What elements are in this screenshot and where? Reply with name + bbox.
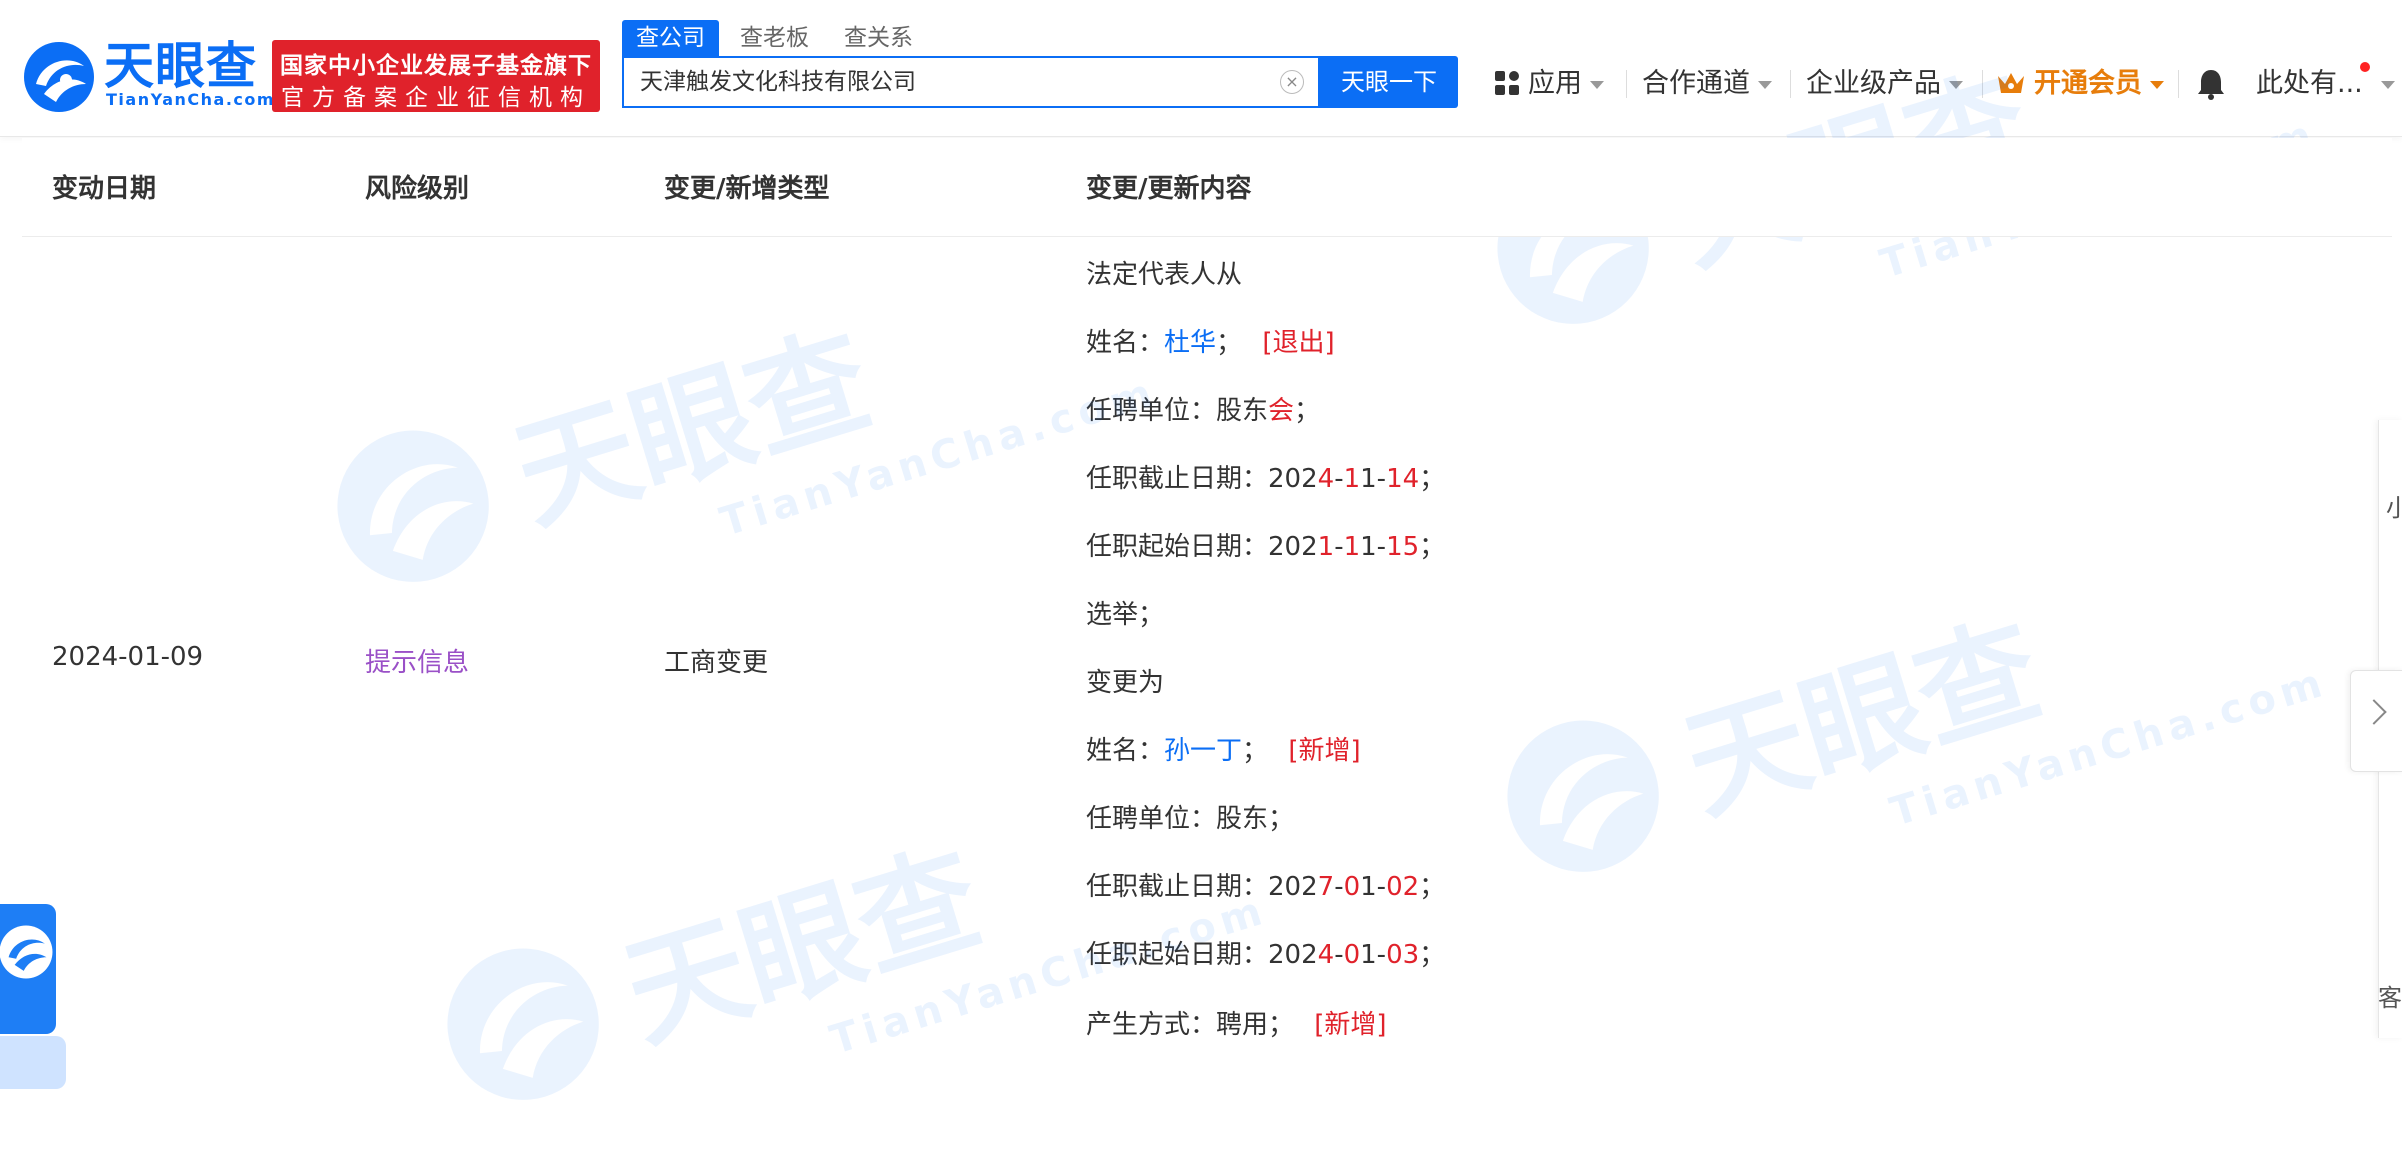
search-button[interactable]: 天眼一下: [1320, 56, 1458, 108]
unit-end: ；: [1294, 396, 1321, 426]
separator: ；: [1242, 736, 1269, 766]
apps-icon: [1495, 70, 1519, 95]
start-date-label: 任职起始日期：: [1086, 940, 1269, 970]
tab-boss[interactable]: 查老板: [726, 20, 823, 56]
content-before-end-date: 任职截止日期：2024-11-14；: [1086, 464, 1446, 494]
change-record-table: 变动日期 风险级别 变更/新增类型 变更/更新内容 天眼查 TianYanCha…: [22, 52, 2392, 1100]
nav-cooperation[interactable]: 合作通道: [1642, 64, 1772, 104]
method-label: 产生方式：聘用；: [1086, 1010, 1295, 1040]
search-box: ×: [622, 56, 1320, 108]
tab-relation[interactable]: 查关系: [830, 20, 927, 56]
expand-panel-button[interactable]: [2350, 670, 2402, 772]
nav-vip-label: 开通会员: [2034, 68, 2142, 99]
person-link-after[interactable]: 孙一丁: [1164, 736, 1242, 766]
watermark-logo-icon: [447, 948, 599, 1100]
customer-service-text[interactable]: 客: [2378, 978, 2402, 1013]
content-before-start-date: 任职起始日期：2021-11-15；: [1086, 532, 1446, 562]
table-header: 变动日期 风险级别 变更/新增类型 变更/更新内容: [22, 138, 2392, 237]
nav-divider: [1982, 70, 1983, 98]
nav-apps[interactable]: 应用: [1494, 64, 1604, 104]
name-label: 姓名：: [1086, 328, 1165, 358]
notification-dot: [2360, 62, 2370, 72]
nav-apps-label: 应用: [1528, 68, 1582, 99]
separator: ；: [1216, 328, 1243, 358]
content-after-title: 变更为: [1086, 668, 1165, 698]
chevron-down-icon: [1758, 80, 1772, 89]
header-type: 变更/新增类型: [664, 174, 830, 204]
watermark-text: 天眼查: [500, 310, 886, 549]
badge-line2: 官方备案企业征信机构: [281, 85, 591, 111]
tab-company[interactable]: 查公司: [622, 20, 719, 56]
unit-diff: 会: [1268, 396, 1295, 426]
nav-divider: [2178, 70, 2179, 98]
row-risk-level[interactable]: 提示信息: [365, 642, 469, 679]
row-date: 2024-01-09: [52, 642, 204, 672]
tianyancha-logo[interactable]: 天眼查 TianYanCha.com: [22, 37, 274, 118]
content-before-unit: 任聘单位：股东会；: [1086, 390, 1320, 427]
person-link-before[interactable]: 杜华: [1164, 328, 1216, 358]
official-badge: 国家中小企业发展子基金旗下 官方备案企业征信机构: [272, 40, 600, 112]
nav-vip[interactable]: 开通会员: [1996, 64, 2164, 104]
chevron-down-icon: [2150, 80, 2164, 89]
watermark-logo-icon: [1507, 720, 1659, 872]
exit-tag: [退出]: [1262, 328, 1335, 358]
chevron-down-icon: [1590, 80, 1604, 89]
crown-icon: [1998, 72, 2024, 93]
chevron-down-icon: [1949, 80, 1963, 89]
chevron-down-icon: [2380, 80, 2395, 89]
search-input[interactable]: [640, 58, 1240, 106]
content-after-method: 产生方式：聘用； [新增]: [1086, 1004, 1387, 1041]
content-after-start-date: 任职起始日期：2024-01-03；: [1086, 940, 1446, 970]
header-date: 变动日期: [52, 174, 157, 204]
nav-divider: [1790, 70, 1791, 98]
name-label: 姓名：: [1086, 736, 1165, 766]
row-change-type: 工商变更: [664, 648, 769, 678]
nav-enterprise-label: 企业级产品: [1806, 68, 1941, 99]
content-after-unit: 任聘单位：股东；: [1086, 804, 1295, 834]
top-header: 天眼查 TianYanCha.com 国家中小企业发展子基金旗下 官方备案企业征…: [0, 0, 2402, 137]
app-logo-icon: [0, 925, 53, 979]
content-after-end-date: 任职截止日期：2027-01-02；: [1086, 872, 1446, 902]
content-before-name: 姓名：杜华； [退出]: [1086, 322, 1335, 359]
watermark-text: 天眼查: [1670, 600, 2056, 839]
nav-user[interactable]: 此处有...: [2256, 64, 2395, 104]
right-side-text: 小: [2386, 494, 2402, 522]
nav-divider: [1626, 70, 1627, 98]
logo-subtext: TianYanCha.com: [106, 90, 276, 109]
content-before-title: 法定代表人从: [1086, 260, 1243, 290]
nav-cooperation-label: 合作通道: [1642, 68, 1750, 99]
new-tag: [新增]: [1314, 1010, 1387, 1040]
content-after-name: 姓名：孙一丁； [新增]: [1086, 730, 1361, 767]
chevron-right-icon: [2361, 699, 2387, 725]
watermark: 天眼查 TianYanCha.com: [447, 721, 1273, 1117]
watermark: 天眼查 TianYanCha.com: [337, 203, 1163, 599]
watermark: 天眼查 TianYanCha.com: [1507, 493, 2333, 889]
clear-icon[interactable]: ×: [1280, 70, 1304, 94]
watermark-sub: TianYanCha.com: [1885, 658, 2333, 836]
floating-download-widget[interactable]: [0, 1036, 66, 1089]
badge-line1: 国家中小企业发展子基金旗下: [280, 53, 592, 79]
unit-label: 任聘单位：: [1086, 396, 1217, 426]
nav-enterprise[interactable]: 企业级产品: [1806, 64, 1963, 104]
bell-icon[interactable]: [2196, 68, 2226, 100]
new-tag: [新增]: [1288, 736, 1361, 766]
floating-app-widget[interactable]: [0, 904, 56, 1034]
nav-user-label: 此处有...: [2256, 68, 2363, 99]
watermark-logo-icon: [337, 430, 489, 582]
logo-eye-icon: [24, 42, 94, 112]
header-content: 变更/更新内容: [1086, 174, 1252, 204]
end-date-label: 任职截止日期：: [1086, 872, 1269, 902]
content-before-method: 选举；: [1086, 600, 1165, 630]
logo-text: 天眼查: [104, 37, 257, 95]
unit-value: 股东: [1216, 396, 1269, 426]
start-date-label: 任职起始日期：: [1086, 532, 1269, 562]
header-risk: 风险级别: [365, 174, 470, 204]
end-date-label: 任职截止日期：: [1086, 464, 1269, 494]
